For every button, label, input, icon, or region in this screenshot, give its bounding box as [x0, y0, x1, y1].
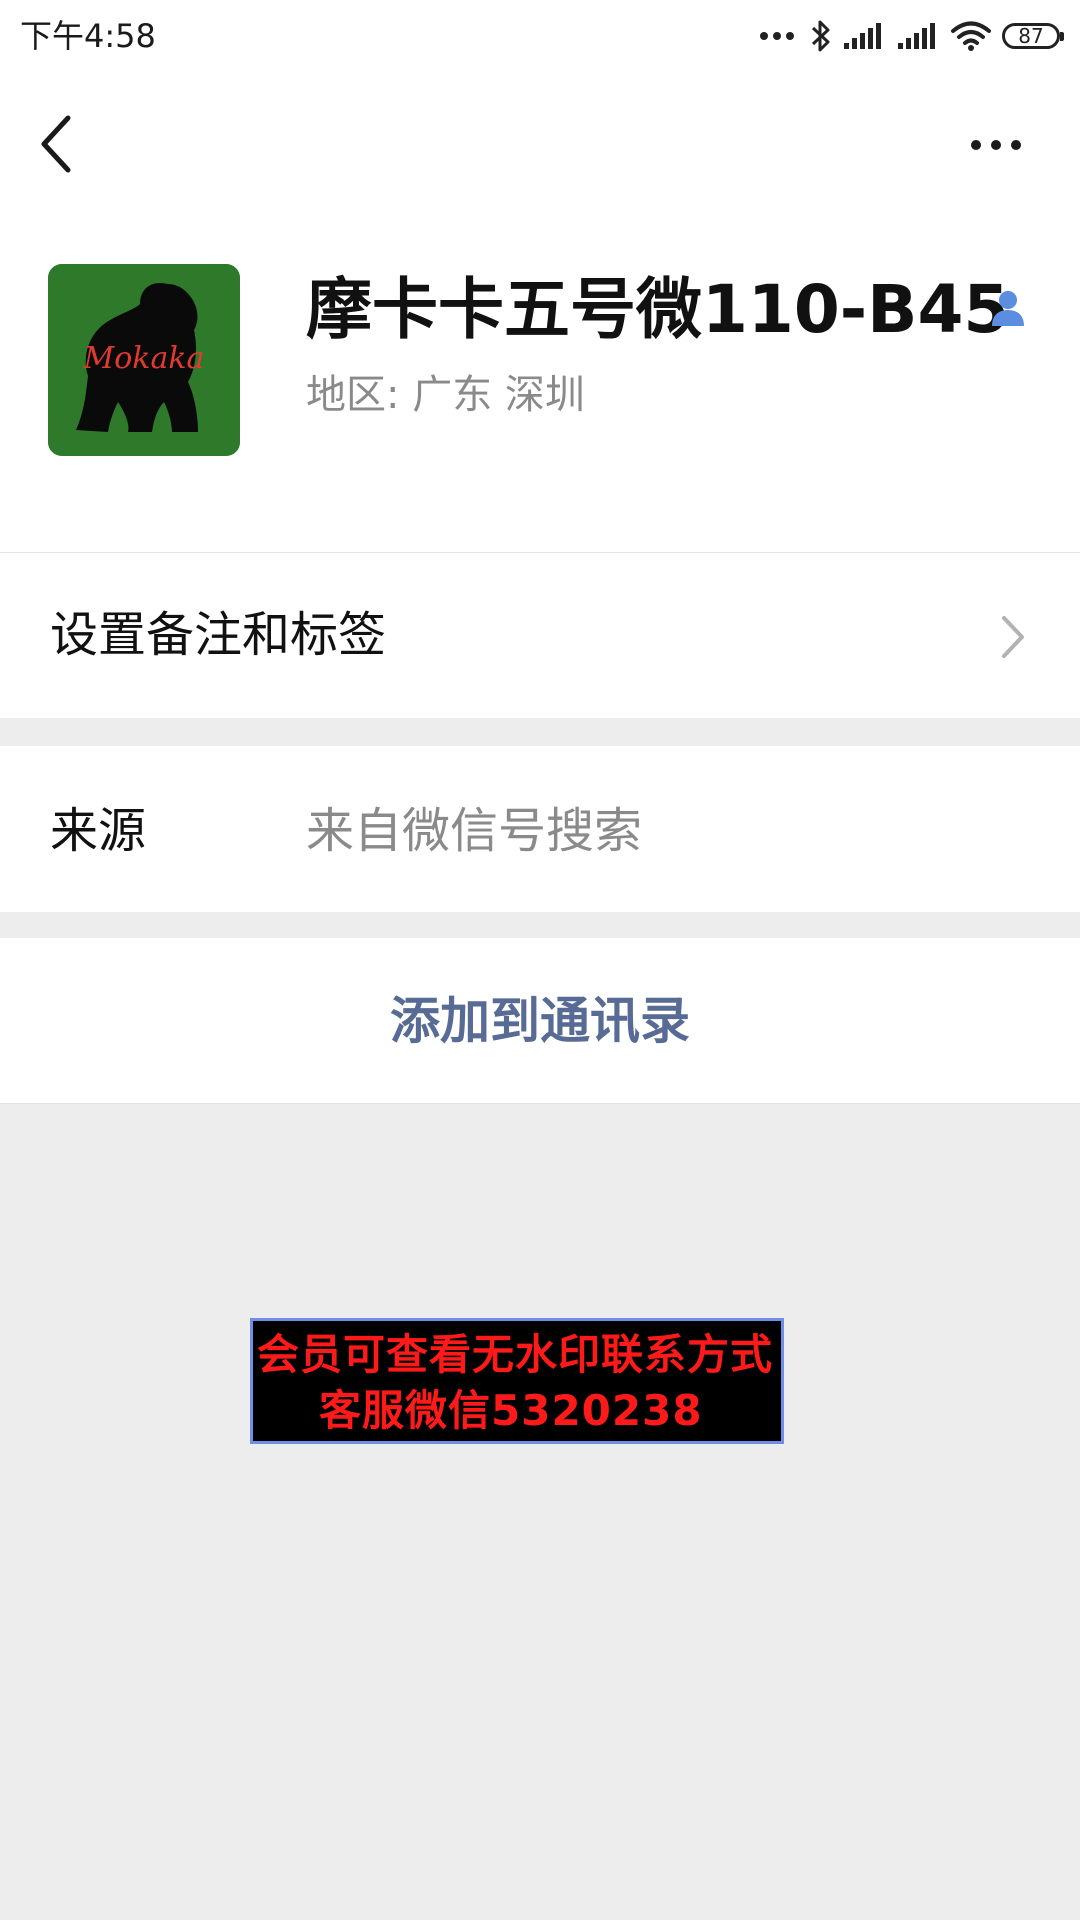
more-dots-icon	[760, 32, 794, 40]
signal-icon	[898, 23, 935, 49]
chevron-right-icon	[998, 612, 1028, 662]
add-to-contacts-label: 添加到通讯录	[390, 991, 690, 1050]
status-icons: 87	[760, 12, 1064, 60]
person-icon	[990, 288, 1026, 328]
profile-name: 摩卡卡五号微110-B45	[306, 271, 1010, 348]
signal-icon	[844, 23, 881, 49]
back-button[interactable]	[28, 108, 88, 180]
chevron-left-icon	[41, 115, 71, 173]
watermark-banner: 会员可查看无水印联系方式 客服微信5320238	[250, 1318, 784, 1444]
status-time: 下午4:58	[20, 17, 156, 55]
wifi-icon	[951, 21, 991, 51]
add-to-contacts-button[interactable]: 添加到通讯录	[0, 938, 1080, 1104]
remarks-and-tags-label: 设置备注和标签	[50, 607, 387, 663]
watermark-line-2: 客服微信5320238	[319, 1386, 703, 1435]
gorilla-logo-icon: Mokaka	[48, 264, 240, 456]
source-value: 来自微信号搜索	[306, 803, 643, 859]
watermark-line-1: 会员可查看无水印联系方式	[257, 1330, 774, 1379]
svg-text:Mokaka: Mokaka	[83, 341, 205, 376]
avatar[interactable]: Mokaka	[48, 264, 240, 456]
more-button[interactable]	[956, 120, 1036, 170]
bluetooth-icon	[811, 20, 830, 52]
more-horizontal-icon	[971, 140, 981, 150]
battery-icon: 87	[1002, 23, 1064, 49]
source-label: 来源	[50, 803, 147, 859]
profile-region: 地区: 广东 深圳	[306, 372, 585, 418]
